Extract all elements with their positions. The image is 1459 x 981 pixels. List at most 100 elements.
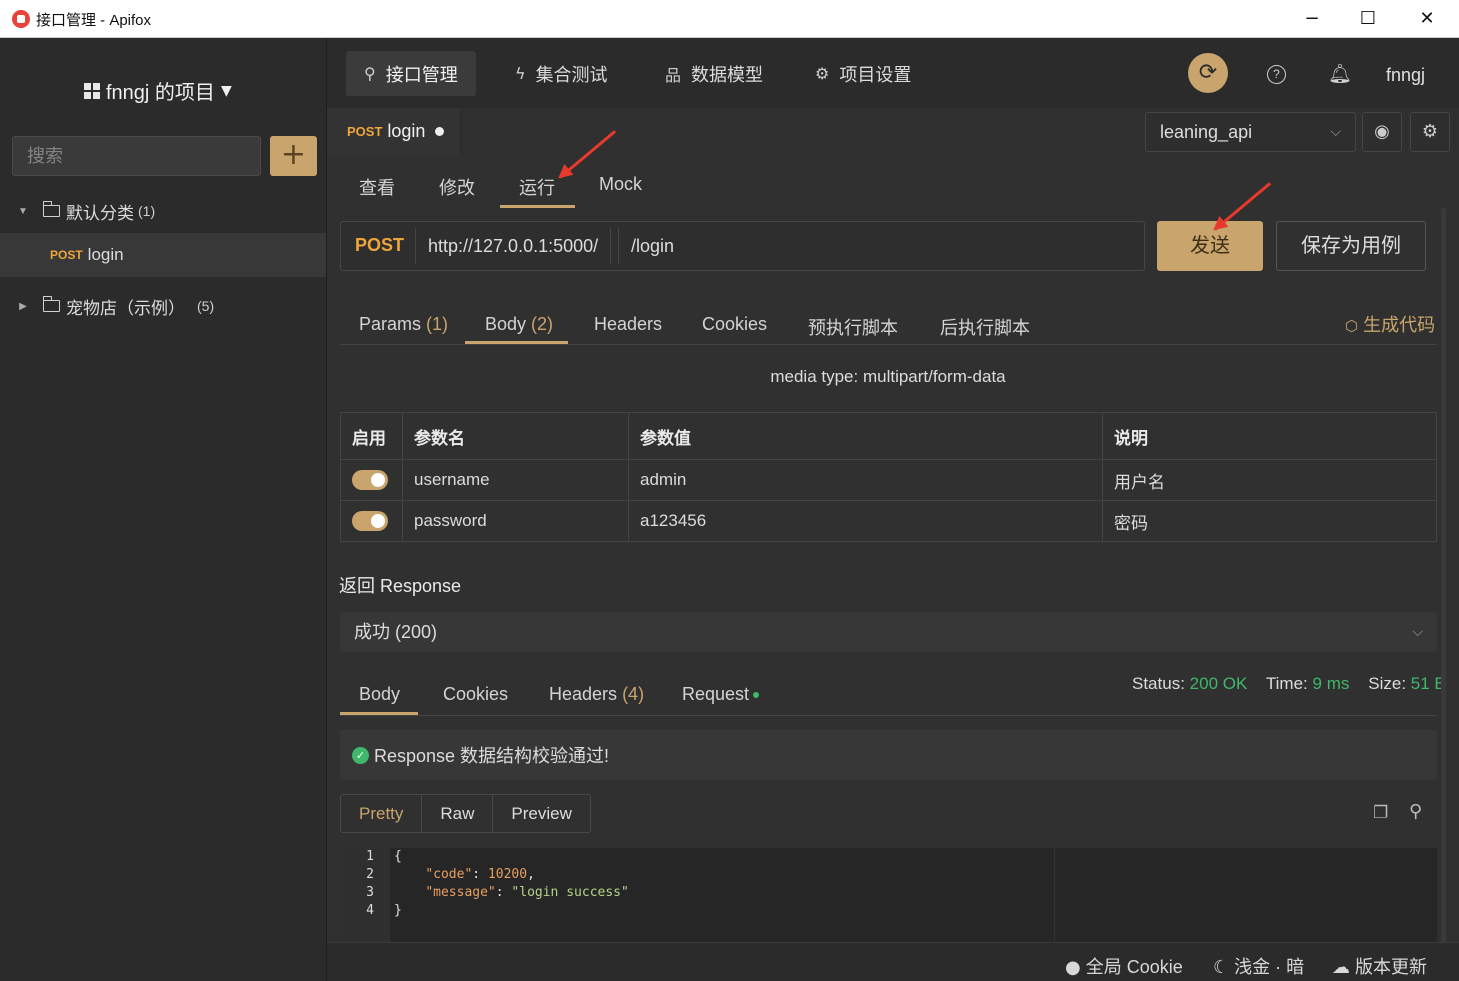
global-cookie-button[interactable]: ● 全局 Cookie bbox=[1065, 953, 1183, 979]
close-button[interactable]: ✕ bbox=[1412, 6, 1442, 32]
tab-label: 项目设置 bbox=[839, 64, 912, 85]
folder-count: (5) bbox=[197, 298, 215, 314]
enable-toggle[interactable] bbox=[352, 470, 388, 491]
method-select[interactable]: POST bbox=[355, 235, 404, 256]
folder-default[interactable]: ▼ 默认分类 (1) bbox=[0, 189, 326, 233]
check-circle-icon: ✓ bbox=[352, 746, 369, 764]
generate-code-label: 生成代码 bbox=[1363, 315, 1436, 335]
tab-data-model[interactable]: 品 数据模型 bbox=[647, 51, 781, 96]
search-input[interactable] bbox=[12, 136, 261, 176]
code-line: { bbox=[394, 849, 402, 864]
theme-button[interactable]: ☾ 浅金 · 暗 bbox=[1213, 953, 1304, 979]
minimize-button[interactable]: − bbox=[1297, 6, 1327, 32]
help-icon[interactable]: ? bbox=[1267, 65, 1286, 84]
add-button[interactable]: + bbox=[270, 136, 317, 176]
lightning-icon: ϟ bbox=[515, 64, 526, 83]
format-pretty[interactable]: Pretty bbox=[341, 795, 423, 832]
format-preview[interactable]: Preview bbox=[493, 795, 589, 832]
maximize-button[interactable]: ☐ bbox=[1353, 6, 1383, 32]
method-tag: POST bbox=[50, 248, 83, 262]
column-header: 启用 bbox=[340, 412, 403, 460]
param-desc[interactable]: 密码 bbox=[1102, 500, 1437, 542]
media-type: media type: multipart/form-data bbox=[770, 367, 1006, 386]
base-url[interactable]: http://127.0.0.1:5000/ bbox=[415, 228, 612, 264]
settings-icon[interactable]: ⚙ bbox=[1410, 112, 1450, 152]
response-tab-headers[interactable]: Headers (4) bbox=[549, 684, 644, 705]
table-header-row: 启用 参数名 参数值 说明 bbox=[340, 412, 1437, 460]
environment-select[interactable]: leaning_api ⌵ bbox=[1145, 112, 1356, 152]
folder-petstore[interactable]: ▶ 宠物店（示例） (5) bbox=[0, 284, 326, 328]
param-value[interactable]: a123456 bbox=[628, 500, 1103, 542]
environment-value: leaning_api bbox=[1160, 122, 1253, 142]
request-tab[interactable]: POST login bbox=[327, 108, 461, 155]
tab-api-management[interactable]: ⚲ 接口管理 bbox=[346, 51, 476, 96]
apifox-logo-icon bbox=[12, 10, 30, 28]
user-name[interactable]: fnngj bbox=[1386, 65, 1425, 86]
tab-pre-script[interactable]: 预执行脚本 bbox=[808, 314, 898, 340]
status-dot-icon bbox=[753, 692, 760, 699]
chevron-down-icon: ⌵ bbox=[1330, 124, 1341, 140]
response-select[interactable]: 成功 (200) ⌵ bbox=[340, 612, 1437, 652]
table-row: username admin 用户名 bbox=[340, 459, 1437, 501]
folder-name: 宠物店（示例） bbox=[66, 298, 185, 318]
response-tab-request[interactable]: Request bbox=[682, 684, 760, 705]
code-editor[interactable]: 1 2 3 4 { "code": 10200, "message": "log… bbox=[340, 848, 1437, 942]
format-raw[interactable]: Raw bbox=[422, 795, 494, 832]
tab-headers[interactable]: Headers bbox=[594, 314, 662, 335]
column-header: 参数名 bbox=[402, 412, 629, 460]
scrollbar[interactable] bbox=[1441, 208, 1446, 945]
endpoint-name: login bbox=[87, 245, 124, 264]
enable-toggle[interactable] bbox=[352, 511, 388, 532]
tab-label: 集合测试 bbox=[535, 64, 608, 85]
tab-collection-test[interactable]: ϟ 集合测试 bbox=[497, 51, 626, 96]
tab-label: 接口管理 bbox=[385, 64, 458, 85]
subtab-mock[interactable]: Mock bbox=[599, 174, 642, 195]
copy-icon[interactable]: ❐ bbox=[1373, 803, 1388, 823]
search-icon[interactable]: ⚲ bbox=[1409, 801, 1422, 822]
format-switch: Pretty Raw Preview bbox=[340, 794, 591, 833]
moon-icon: ☾ bbox=[1213, 957, 1230, 978]
send-button[interactable]: 发送 bbox=[1157, 221, 1263, 271]
tab-post-script[interactable]: 后执行脚本 bbox=[940, 314, 1030, 340]
caret-down-icon: ▼ bbox=[18, 205, 28, 217]
project-selector[interactable]: fnngj 的项目 ▼ bbox=[84, 76, 232, 105]
tab-params[interactable]: Params (1) bbox=[359, 314, 448, 335]
status-bar: ● 全局 Cookie ☾ 浅金 · 暗 ☁ 版本更新 bbox=[327, 942, 1459, 981]
title-bar: 接口管理 - Apifox − ☐ ✕ bbox=[0, 0, 1459, 38]
param-desc[interactable]: 用户名 bbox=[1102, 459, 1437, 501]
tab-active-indicator bbox=[465, 341, 568, 344]
gear-icon: ⚙ bbox=[815, 64, 830, 83]
folder-count: (1) bbox=[138, 203, 156, 219]
project-name: fnngj 的项目 bbox=[106, 82, 215, 104]
code-line: } bbox=[394, 903, 402, 918]
param-name[interactable]: username bbox=[402, 459, 629, 501]
caret-down-icon: ▼ bbox=[220, 82, 232, 99]
tab-project-settings[interactable]: ⚙ 项目设置 bbox=[797, 51, 929, 96]
param-value[interactable]: admin bbox=[628, 459, 1103, 501]
response-tab-cookies[interactable]: Cookies bbox=[443, 684, 508, 705]
folder-icon bbox=[42, 296, 60, 312]
param-name[interactable]: password bbox=[402, 500, 629, 542]
bell-icon[interactable]: 🔔︎ bbox=[1328, 62, 1352, 85]
response-tab-body[interactable]: Body bbox=[359, 684, 400, 705]
subtab-run[interactable]: 运行 bbox=[519, 174, 555, 200]
method-tag: POST bbox=[347, 124, 383, 139]
link-icon: ⚲ bbox=[364, 64, 376, 83]
path-input[interactable]: /login bbox=[618, 228, 686, 264]
response-status: Status: 200 OK Time: 9 ms Size: 51 B bbox=[1132, 674, 1446, 693]
save-as-case-button[interactable]: 保存为用例 bbox=[1276, 221, 1426, 271]
cube-icon: ⬡ bbox=[1345, 317, 1359, 335]
line-number: 1 bbox=[366, 849, 374, 864]
eye-icon[interactable]: ◉ bbox=[1362, 112, 1402, 152]
subtab-view[interactable]: 查看 bbox=[359, 174, 395, 200]
subtab-edit[interactable]: 修改 bbox=[439, 174, 475, 200]
model-icon: 品 bbox=[665, 65, 682, 85]
code-line: "code": 10200, bbox=[425, 867, 535, 882]
tab-body[interactable]: Body (2) bbox=[485, 314, 553, 335]
divider bbox=[340, 344, 1437, 345]
update-button[interactable]: ☁ 版本更新 bbox=[1332, 953, 1427, 979]
endpoint-login[interactable]: POST login bbox=[0, 233, 326, 277]
generate-code-link[interactable]: ⬡ 生成代码 bbox=[1345, 311, 1435, 337]
tab-cookies[interactable]: Cookies bbox=[702, 314, 767, 335]
sync-icon[interactable]: ⟳ bbox=[1188, 53, 1228, 93]
